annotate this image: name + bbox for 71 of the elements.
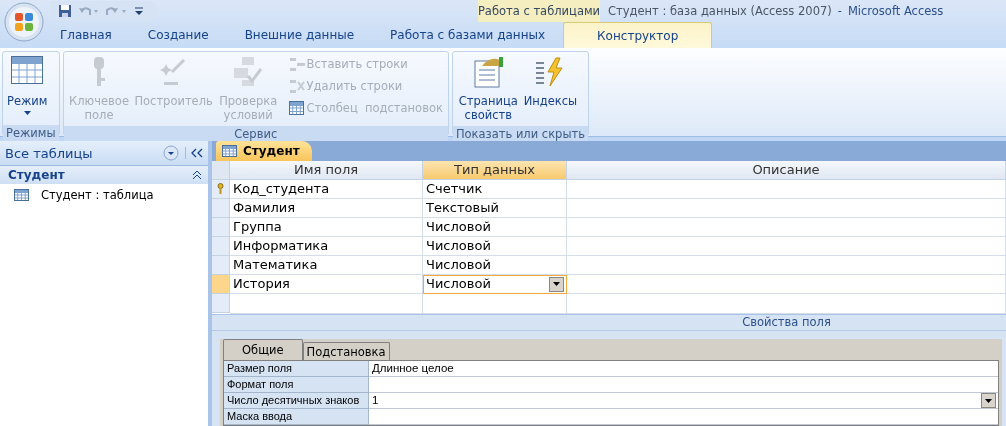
row-selector[interactable] (212, 218, 230, 237)
save-icon[interactable] (58, 4, 72, 18)
title-separator: - (837, 4, 842, 18)
document-tab[interactable]: Студент (216, 141, 312, 161)
row-selector[interactable] (212, 180, 230, 199)
property-sheet-icon (472, 56, 505, 88)
field-name-cell[interactable]: Математика (230, 256, 423, 275)
description-cell[interactable] (567, 237, 1006, 256)
dropdown-arrow-icon (553, 282, 560, 286)
ribbon-button[interactable]: Страница свойств (455, 54, 521, 124)
context-tab-group: Работа с таблицами (478, 0, 600, 22)
group-label: Сервис (63, 126, 448, 142)
ribbon-button[interactable]: Режим (6, 54, 49, 123)
group-label: Режимы (3, 125, 59, 141)
field-name-cell[interactable]: Группа (230, 218, 423, 237)
data-type-cell[interactable]: Числовой (423, 218, 567, 237)
property-tab[interactable]: Подстановка (302, 342, 390, 360)
customize-icon[interactable] (134, 5, 144, 17)
collapse-icon[interactable] (185, 147, 204, 159)
description-cell[interactable] (567, 180, 1006, 199)
row-selector[interactable] (212, 294, 230, 313)
description-cell[interactable] (567, 275, 1006, 294)
ribbon-tab[interactable]: Внешние данные (226, 22, 373, 48)
property-field[interactable]: 1 (369, 393, 998, 409)
description-cell[interactable] (567, 199, 1006, 218)
table-icon (222, 145, 237, 157)
nav-group-title: Студент (8, 168, 66, 182)
row-selector[interactable] (212, 256, 230, 275)
office-button-icon[interactable] (4, 2, 44, 42)
window-title: Студент : база данных (Access 2007) (608, 4, 832, 18)
property-field[interactable]: Длинное целое (369, 361, 998, 377)
field-name-cell[interactable]: История (230, 275, 423, 294)
ribbon-tab[interactable]: Конструктор (563, 22, 713, 48)
field-name-cell[interactable]: Информатика (230, 237, 423, 256)
ribbon-button[interactable]: Индексы (522, 54, 579, 124)
table-icon (14, 189, 29, 201)
undo-icon[interactable] (78, 4, 100, 18)
dropdown-icon[interactable] (163, 145, 179, 161)
property-label: Маска ввода (224, 409, 369, 425)
row-selector[interactable] (212, 237, 230, 256)
property-tab[interactable]: Общие (223, 339, 303, 360)
grid-corner[interactable] (212, 161, 230, 180)
group-label: Показать или скрыть (452, 126, 588, 142)
description-cell[interactable] (567, 256, 1006, 275)
field-name-cell[interactable]: Код_студента (230, 180, 423, 199)
delete-rows-icon (288, 78, 305, 94)
ribbon-tab[interactable]: Главная (42, 22, 130, 48)
field-name-cell[interactable]: Фамилия (230, 199, 423, 218)
column-header: Имя поля (230, 161, 423, 180)
data-type-cell[interactable]: Числовой (423, 237, 567, 256)
column-header: Описание (567, 161, 1006, 180)
property-label: Формат поля (224, 377, 369, 393)
ribbon-tab[interactable]: Работа с базами данных (372, 22, 564, 48)
description-cell[interactable] (567, 218, 1006, 237)
insert-rows-icon (288, 56, 305, 72)
ribbon-tab[interactable]: Создание (129, 22, 227, 48)
table-icon (288, 100, 305, 116)
property-label: Число десятичных знаков (224, 393, 369, 409)
nav-group-header[interactable]: Студент (0, 166, 208, 184)
data-type-field[interactable]: Числовой (423, 275, 567, 294)
app-name: Microsoft Access (847, 4, 944, 18)
nav-item[interactable]: Студент : таблица (0, 184, 208, 206)
row-selector[interactable] (212, 199, 230, 218)
data-type-cell[interactable]: Текстовый (423, 199, 567, 218)
property-label: Размер поля (224, 361, 369, 377)
data-type-cell[interactable]: Счетчик (423, 180, 567, 199)
checklist-icon (232, 56, 265, 88)
redo-icon[interactable] (106, 4, 128, 18)
column-header: Тип данных (423, 161, 567, 180)
data-type-cell[interactable]: Числовой (423, 256, 567, 275)
section-title: Свойства поля (212, 315, 1006, 331)
